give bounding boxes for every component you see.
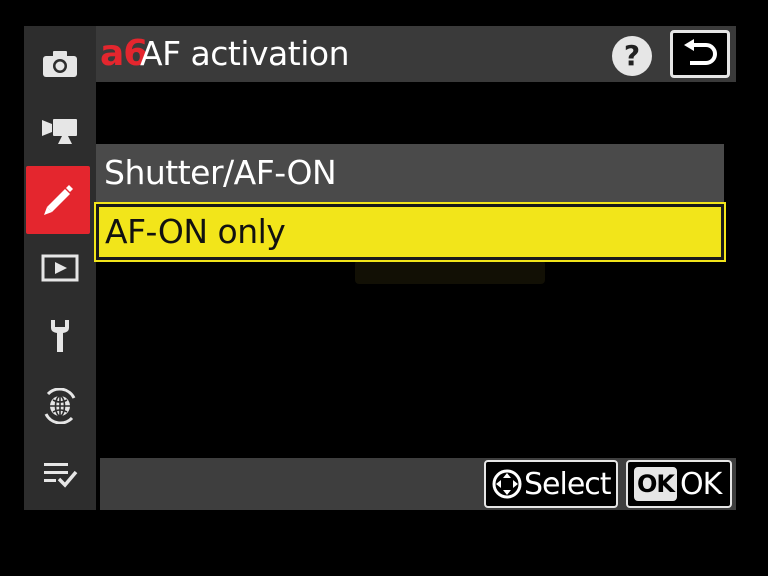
globe-network-icon [44,388,76,424]
play-icon [41,254,79,282]
wrench-icon [51,320,69,352]
camera-icon [43,51,77,77]
pencil-icon [44,185,73,215]
tab-custom-settings[interactable] [26,166,90,234]
tab-network[interactable] [24,372,96,440]
menu-tab-rail [24,26,96,510]
help-button[interactable]: ? [612,36,652,76]
option-shutter-af-on[interactable]: Shutter/AF-ON [96,144,724,202]
back-button[interactable] [670,30,730,78]
tab-setup[interactable] [24,302,96,370]
tab-playback[interactable] [24,234,96,302]
movie-camera-icon [42,119,77,144]
checklist-icon [44,463,78,488]
menu-header: a6 AF activation ? [96,26,736,82]
tab-my-menu[interactable] [24,440,96,508]
tab-movie-recording[interactable] [24,96,96,164]
return-arrow-icon [684,39,717,65]
select-button[interactable]: Select [484,460,618,508]
multi-selector-icon [492,469,522,499]
tab-photo-shooting[interactable] [24,30,96,98]
page-title: AF activation [140,34,349,73]
ok-label: OK [680,466,722,502]
select-label: Select [524,466,612,502]
option-af-on-only[interactable]: AF-ON only [94,202,726,262]
ok-key-icon: OK [634,467,677,501]
footer-bar: Select OK OK [100,458,736,510]
ok-button[interactable]: OK OK [626,460,732,508]
camera-menu-screen: a6 AF activation ? Shutter/AF-ON AF-ON o… [0,0,768,576]
background-ghost [355,260,545,284]
